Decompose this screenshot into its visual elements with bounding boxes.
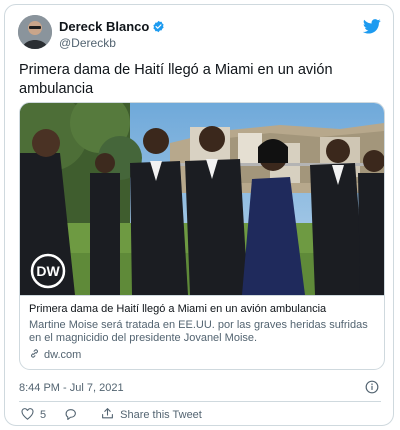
tweet-card[interactable]: Dereck Blanco @Dereckb Primera dama de H…: [4, 4, 394, 426]
tweet-actions: 5 Share this Tweet: [19, 407, 202, 423]
dw-logo: DW: [36, 263, 60, 279]
author-handle[interactable]: @Dereckb: [59, 36, 116, 50]
divider: [19, 401, 381, 402]
like-count: 5: [40, 409, 47, 421]
card-body[interactable]: Primera dama de Haití llegó a Miami en u…: [20, 295, 384, 369]
heart-icon: [21, 407, 34, 423]
reply-icon: [64, 408, 77, 423]
reply-button[interactable]: [64, 408, 77, 423]
card-title[interactable]: Primera dama de Haití llegó a Miami en u…: [29, 302, 375, 316]
like-button[interactable]: 5: [21, 407, 47, 423]
tweet-timestamp[interactable]: 8:44 PM - Jul 7, 2021: [19, 382, 124, 394]
avatar-image: [18, 15, 52, 49]
author-name-row[interactable]: Dereck Blanco: [59, 19, 165, 34]
share-button[interactable]: Share this Tweet: [101, 407, 202, 423]
twitter-bird-icon[interactable]: [362, 19, 381, 34]
card-image[interactable]: DW: [20, 103, 384, 295]
card-description: Martine Moise será tratada en EE.UU. por…: [29, 319, 368, 344]
avatar[interactable]: [18, 15, 52, 49]
share-icon: [101, 407, 114, 423]
author-name[interactable]: Dereck Blanco: [59, 19, 149, 34]
share-label: Share this Tweet: [120, 409, 202, 421]
link-card[interactable]: DW Primera dama de Haití llegó a Miami e…: [19, 102, 385, 370]
card-domain-row[interactable]: dw.com: [29, 348, 375, 363]
link-icon: [29, 348, 40, 363]
tweet-text: Primera dama de Haití llegó a Miami en u…: [19, 62, 333, 97]
verified-badge-icon: [152, 20, 165, 33]
card-domain[interactable]: dw.com: [44, 349, 81, 362]
info-icon[interactable]: [365, 380, 379, 394]
